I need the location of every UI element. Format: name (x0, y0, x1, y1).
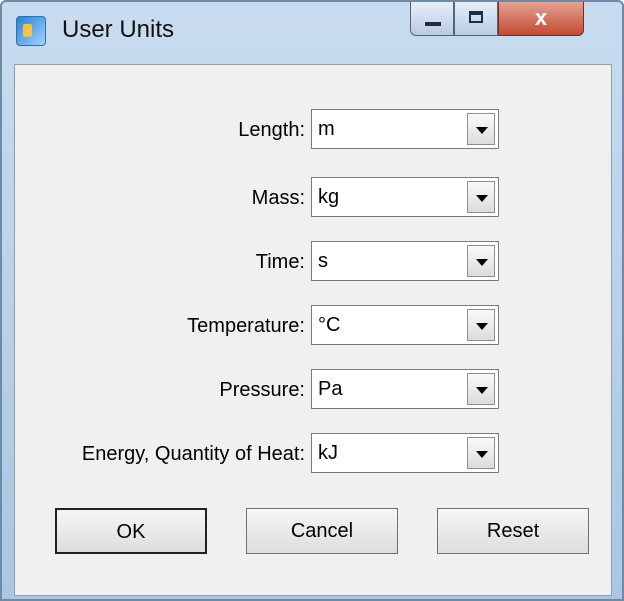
chevron-down-icon[interactable] (467, 309, 495, 341)
energy-select[interactable]: kJ (311, 433, 499, 473)
time-row: Time: s (15, 241, 611, 285)
minimize-icon (425, 22, 441, 26)
length-select[interactable]: m (311, 109, 499, 149)
pressure-row: Pressure: Pa (15, 369, 611, 413)
time-label: Time: (255, 251, 305, 273)
pressure-label: Pressure: (219, 379, 305, 401)
mass-row: Mass: kg (15, 177, 611, 221)
cancel-button[interactable]: Cancel (246, 508, 398, 554)
energy-label: Energy, Quantity of Heat: (81, 443, 305, 465)
pressure-value: Pa (318, 378, 343, 400)
chevron-down-icon[interactable] (467, 113, 495, 145)
mass-label: Mass: (251, 187, 305, 209)
title-bar[interactable]: User Units x (2, 2, 622, 60)
temperature-value: °C (318, 314, 341, 336)
minimize-button[interactable] (410, 2, 454, 36)
window-title: User Units (62, 16, 175, 43)
maximize-icon (469, 11, 483, 23)
pressure-select[interactable]: Pa (311, 369, 499, 409)
chevron-down-icon[interactable] (467, 245, 495, 277)
mass-value: kg (318, 186, 340, 208)
length-label: Length: (238, 119, 305, 141)
app-icon[interactable] (16, 16, 46, 46)
chevron-down-icon[interactable] (467, 373, 495, 405)
length-value: m (318, 118, 335, 140)
dialog-body: Length: m Mass: kg Time: s Temperature: … (14, 64, 612, 596)
time-value: s (318, 250, 328, 272)
temperature-row: Temperature: °C (15, 305, 611, 349)
ok-button[interactable]: OK (55, 508, 207, 554)
time-select[interactable]: s (311, 241, 499, 281)
mass-select[interactable]: kg (311, 177, 499, 217)
close-button[interactable]: x (498, 2, 584, 36)
reset-button[interactable]: Reset (437, 508, 589, 554)
energy-row: Energy, Quantity of Heat: kJ (15, 433, 611, 477)
energy-value: kJ (318, 442, 338, 464)
close-icon: x (534, 5, 548, 30)
chevron-down-icon[interactable] (467, 181, 495, 213)
length-row: Length: m (15, 109, 611, 153)
maximize-button[interactable] (454, 2, 498, 36)
temperature-select[interactable]: °C (311, 305, 499, 345)
chevron-down-icon[interactable] (467, 437, 495, 469)
temperature-label: Temperature: (187, 315, 305, 337)
user-units-window: User Units x Length: m Mass: kg Time: s … (0, 0, 624, 601)
